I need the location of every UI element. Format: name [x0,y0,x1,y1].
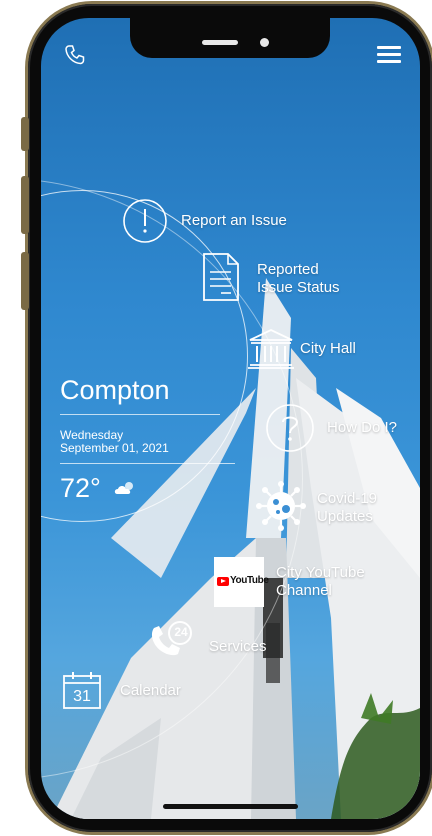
youtube-wordmark: YouTube [230,575,269,586]
city-hall-icon [248,329,294,369]
home-indicator[interactable] [163,804,298,809]
side-button [21,117,29,151]
weather-divider [60,414,220,415]
menu-item-label: City YouTube [276,564,365,581]
front-camera [260,38,269,47]
menu-item-label: Covid-19 [317,490,378,507]
exclamation-circle-icon [123,199,167,243]
side-button [21,176,29,234]
app-screen: Compton Wednesday September 01, 2021 72°… [41,18,420,819]
weather-divider [60,463,235,464]
camera-notch [130,18,330,58]
city-name: Compton [60,375,170,405]
weather-day: Wednesday [60,428,124,442]
virus-icon [256,481,306,531]
youtube-icon: YouTube [214,557,269,607]
speaker [202,40,238,45]
menu-item-label: Services [209,638,267,655]
calendar-day-text: 31 [73,688,91,705]
weather-date: September 01, 2021 [60,441,169,455]
phone-icon[interactable] [63,43,87,67]
menu-item-label: Calendar [120,682,181,699]
menu-item-label: City Hall [300,340,356,357]
side-button [21,252,29,310]
menu-item-label: Channel [276,582,332,599]
services-24-text: 24 [174,625,188,639]
question-circle-icon [266,404,314,452]
menu-item-label: Updates [317,508,373,525]
temperature: 72° [60,473,101,503]
menu-item-label: Report an Issue [181,212,287,229]
menu-item-label: How Do I? [327,419,398,436]
menu-item-label: Issue Status [257,279,340,296]
menu-item-label: Reported [257,261,319,278]
document-icon [203,253,239,301]
partly-cloudy-icon [114,482,133,494]
hamburger-menu-icon[interactable] [377,46,401,64]
